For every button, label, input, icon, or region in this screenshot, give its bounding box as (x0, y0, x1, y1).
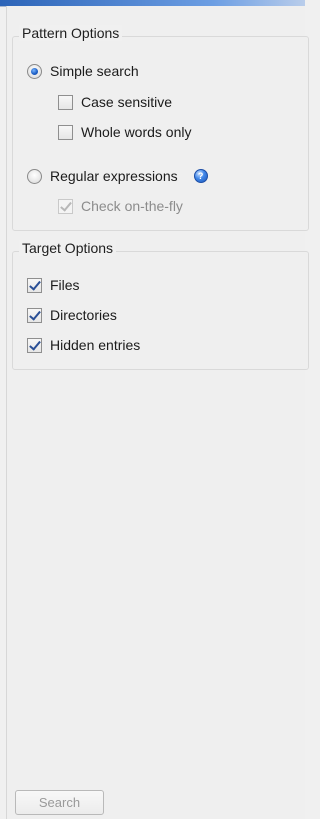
check-on-the-fly-option: Check on-the-fly (58, 195, 183, 217)
simple-search-label: Simple search (50, 63, 139, 79)
case-sensitive-option[interactable]: Case sensitive (58, 91, 172, 113)
pattern-options-group: Pattern Options Simple search Case sensi… (12, 25, 309, 231)
help-icon[interactable]: ? (193, 169, 208, 183)
check-on-the-fly-checkbox (58, 198, 73, 214)
whole-words-only-option[interactable]: Whole words only (58, 121, 192, 143)
hidden-entries-checkbox[interactable] (27, 337, 42, 353)
files-label: Files (50, 277, 80, 293)
hidden-entries-label: Hidden entries (50, 337, 141, 353)
simple-search-option[interactable]: Simple search (27, 60, 139, 82)
regular-expressions-option[interactable]: Regular expressions ? (27, 165, 208, 187)
regular-expressions-label: Regular expressions (50, 168, 178, 184)
search-button[interactable]: Search (15, 790, 104, 815)
files-option[interactable]: Files (27, 274, 80, 296)
case-sensitive-label: Case sensitive (81, 94, 173, 110)
whole-words-only-checkbox[interactable] (58, 124, 73, 140)
regular-expressions-radio[interactable] (27, 168, 42, 184)
directories-label: Directories (50, 307, 117, 323)
directories-checkbox[interactable] (27, 307, 42, 323)
files-checkbox[interactable] (27, 277, 42, 293)
case-sensitive-checkbox[interactable] (58, 94, 73, 110)
simple-search-radio[interactable] (27, 63, 42, 79)
check-on-the-fly-label: Check on-the-fly (81, 198, 183, 214)
target-options-title: Target Options (19, 240, 117, 256)
whole-words-only-label: Whole words only (81, 124, 192, 140)
directories-option[interactable]: Directories (27, 304, 117, 326)
pattern-options-title: Pattern Options (19, 25, 123, 41)
hidden-entries-option[interactable]: Hidden entries (27, 334, 140, 356)
target-options-group: Target Options Files Directories Hidden … (12, 240, 309, 370)
